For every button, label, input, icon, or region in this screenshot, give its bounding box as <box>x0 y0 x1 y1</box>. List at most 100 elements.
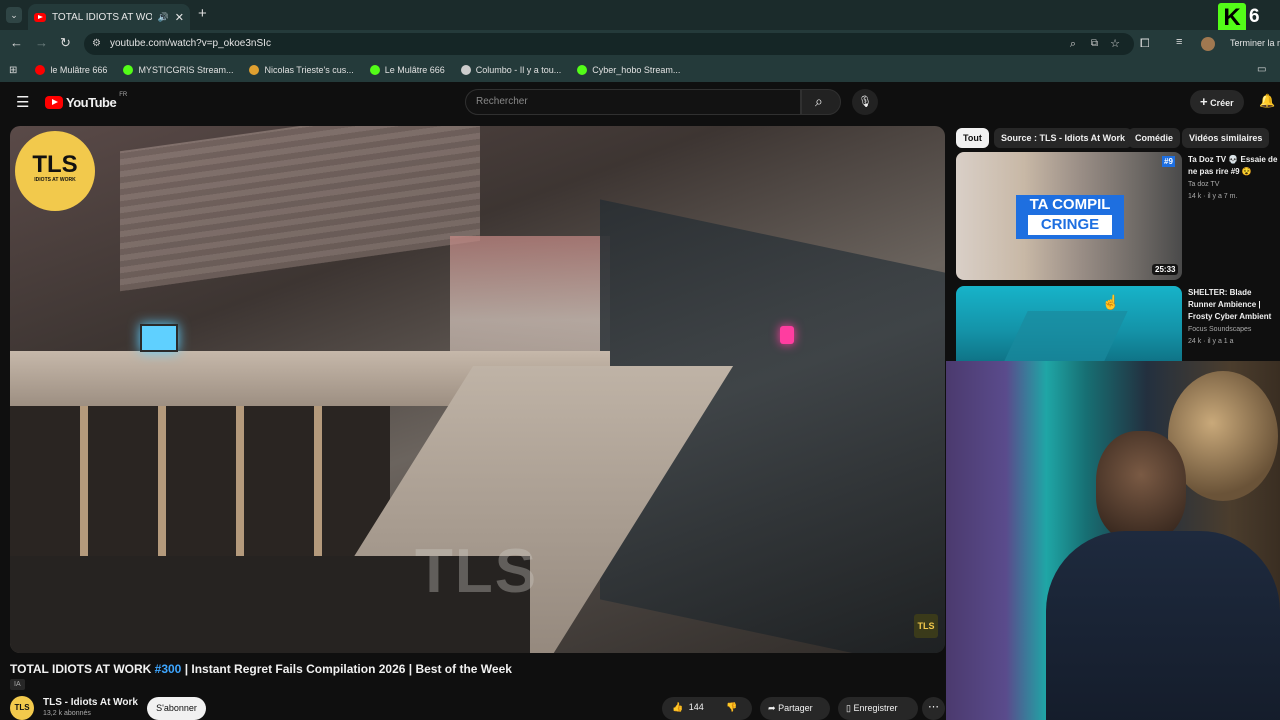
reload-icon[interactable]: ↻ <box>60 35 71 51</box>
recommended-thumbnail-1[interactable]: TA COMPIL CRINGE #9 25:33 <box>956 152 1182 280</box>
notifications-bell-icon[interactable]: 🔔 <box>1259 93 1275 109</box>
share-label: Partager <box>778 703 813 713</box>
bookmark-label: Le Mulâtre 666 <box>384 65 445 75</box>
youtube-play-icon <box>45 96 63 109</box>
filter-chip[interactable]: Comédie <box>1128 128 1181 148</box>
video-watermark: TLS <box>415 537 539 606</box>
bookmark-favicon-icon <box>460 65 471 75</box>
address-bar[interactable]: ⚙ youtube.com/watch?v=p_okoe3nSIc ⌕ ⧉ ☆ <box>84 33 1134 55</box>
bookmark-item[interactable]: MYSTICGRIS Stream... <box>123 65 233 75</box>
bookmark-label: MYSTICGRIS Stream... <box>138 65 234 75</box>
all-bookmarks-folder-icon[interactable]: ▭ <box>1257 64 1266 75</box>
video-title-hashtag[interactable]: #300 <box>155 662 182 676</box>
bookmark-favicon-icon <box>577 65 588 75</box>
webcam-overlay <box>946 361 1280 720</box>
subscriber-count: 13,2 k abonnés <box>43 710 91 717</box>
close-tab-icon[interactable]: ✕ <box>175 11 184 24</box>
more-actions-button[interactable]: ⋯ <box>922 697 945 720</box>
bookmark-star-icon[interactable]: ☆ <box>1110 33 1120 55</box>
bookmark-item[interactable]: Le Mulâtre 666 <box>369 65 445 75</box>
recommended-channel-2[interactable]: Focus Soundscapes <box>1188 326 1251 333</box>
subscribe-label: S'abonner <box>156 703 197 713</box>
bookmark-item[interactable]: le Mulâtre 666 <box>35 65 107 75</box>
create-label: Créer <box>1210 98 1234 108</box>
kick-count: 6 <box>1249 6 1260 27</box>
thumbs-down-icon: 👎 <box>726 702 738 712</box>
neon-sign <box>780 326 794 344</box>
channel-avatar[interactable]: TLS <box>10 696 34 720</box>
save-button[interactable]: ▯ Enregistrer <box>838 697 918 720</box>
person-body <box>1046 531 1280 720</box>
menu-icon[interactable]: ☰ <box>16 93 29 111</box>
filter-chip[interactable]: Source : TLS - Idiots At Work <box>994 128 1133 148</box>
bookmark-item[interactable]: Nicolas Trieste's cus... <box>249 65 354 75</box>
search-button[interactable]: ⌕ <box>801 89 841 115</box>
thumbnail-text-1: TA COMPIL <box>1029 196 1111 213</box>
thumbnail-text-box: TA COMPIL CRINGE <box>1016 195 1124 239</box>
video-title-suffix: | Instant Regret Fails Compilation 2026 … <box>181 662 512 676</box>
microphone-icon: 🎙 <box>858 96 872 108</box>
voice-search-button[interactable]: 🎙 <box>852 89 878 115</box>
profile-avatar[interactable] <box>1201 37 1215 51</box>
channel-name[interactable]: TLS - Idiots At Work <box>43 697 138 708</box>
recommended-thumbnail-2[interactable] <box>956 286 1182 361</box>
zoom-icon[interactable]: ⌕ <box>1070 33 1076 55</box>
filter-chip[interactable]: Tout <box>956 128 989 148</box>
brick-wall <box>120 126 480 292</box>
tab-list-icon[interactable]: ⌄ <box>6 7 22 23</box>
save-label: Enregistrer <box>853 703 898 713</box>
search-placeholder: Rechercher <box>476 96 528 107</box>
thumbnail-badge: #9 <box>1162 156 1175 167</box>
kick-logo-icon: K <box>1218 3 1246 33</box>
site-info-icon[interactable]: ⚙ <box>92 33 101 55</box>
like-button[interactable]: 👍 144 <box>672 702 704 713</box>
terminate-button[interactable]: Terminer la m <box>1230 38 1280 48</box>
browser-tab[interactable]: TOTAL IDIOTS AT WORK #3 🔊 ✕ <box>28 4 190 30</box>
dislike-button[interactable]: 👎 <box>726 702 737 713</box>
mouse-cursor-icon: ☝ <box>1102 294 1120 310</box>
share-button[interactable]: ➦ Partager <box>760 697 830 720</box>
plus-icon: + <box>1200 94 1208 109</box>
video-player[interactable]: TLS TLS IDIOTS AT WORK TLS <box>10 126 945 653</box>
youtube-region: FR <box>119 92 128 98</box>
cast-icon[interactable]: ⧉ <box>1091 33 1098 55</box>
share-icon: ➦ <box>768 703 776 713</box>
create-button[interactable]: + Créer <box>1190 90 1244 114</box>
forward-icon[interactable]: → <box>35 35 48 50</box>
recommended-channel-1[interactable]: Ta doz TV <box>1188 181 1219 188</box>
subscribe-button[interactable]: S'abonner <box>147 697 206 720</box>
extensions-icon[interactable]: ⧠ <box>1140 36 1150 51</box>
new-tab-button[interactable]: + <box>198 5 207 22</box>
youtube-logo[interactable]: YouTube FR <box>45 92 128 110</box>
thumbs-up-icon: 👍 <box>672 702 684 712</box>
browser-nav-bar: ← → ↻ ⚙ youtube.com/watch?v=p_okoe3nSIc … <box>0 30 1280 58</box>
like-dislike-group: 👍 144 👎 <box>662 697 752 720</box>
ai-badge: IA <box>10 679 25 690</box>
bookmark-favicon-icon <box>123 65 134 75</box>
recommended-title-2[interactable]: SHELTER: Blade Runner Ambience | Frosty … <box>1188 287 1280 323</box>
filter-chip[interactable]: Vidéos similaires <box>1182 128 1270 148</box>
search-input[interactable]: Rechercher <box>465 89 801 115</box>
tls-corner-logo: TLS <box>914 614 938 638</box>
back-icon[interactable]: ← <box>10 35 23 50</box>
apps-grid-icon[interactable]: ⊞ <box>9 65 17 76</box>
bookmark-item[interactable]: Columbo - Il y a tou... <box>460 65 562 75</box>
bookmark-favicon-icon <box>249 65 260 75</box>
bookmarks-bar: ⊞ le Mulâtre 666 MYSTICGRIS Stream... Nico… <box>0 58 1280 82</box>
bookmark-label: Columbo - Il y a tou... <box>475 65 562 75</box>
youtube-favicon-icon <box>34 12 46 22</box>
video-title-prefix: TOTAL IDIOTS AT WORK <box>10 662 155 676</box>
url-text: youtube.com/watch?v=p_okoe3nSIc <box>110 38 271 49</box>
media-control-icon[interactable]: ≡ <box>1176 36 1182 48</box>
recommended-meta-1: 14 k · il y a 7 m. <box>1188 193 1238 200</box>
recommended-meta-2: 24 k · il y a 1 a <box>1188 338 1234 345</box>
thumbnail-text-2: CRINGE <box>1028 215 1112 235</box>
pos-screen <box>140 324 178 352</box>
counter-cabinets <box>10 406 390 556</box>
tab-title: TOTAL IDIOTS AT WORK #3 <box>52 11 152 23</box>
bookmark-item[interactable]: Cyber_hobo Stream... <box>577 65 680 75</box>
speaker-icon[interactable]: 🔊 <box>158 12 169 23</box>
bookmark-label: Nicolas Trieste's cus... <box>264 65 354 75</box>
recommended-title-1[interactable]: Ta Doz TV 💀 Essaie de ne pas rire #9 😵 <box>1188 154 1280 178</box>
more-icon: ⋯ <box>928 701 939 713</box>
